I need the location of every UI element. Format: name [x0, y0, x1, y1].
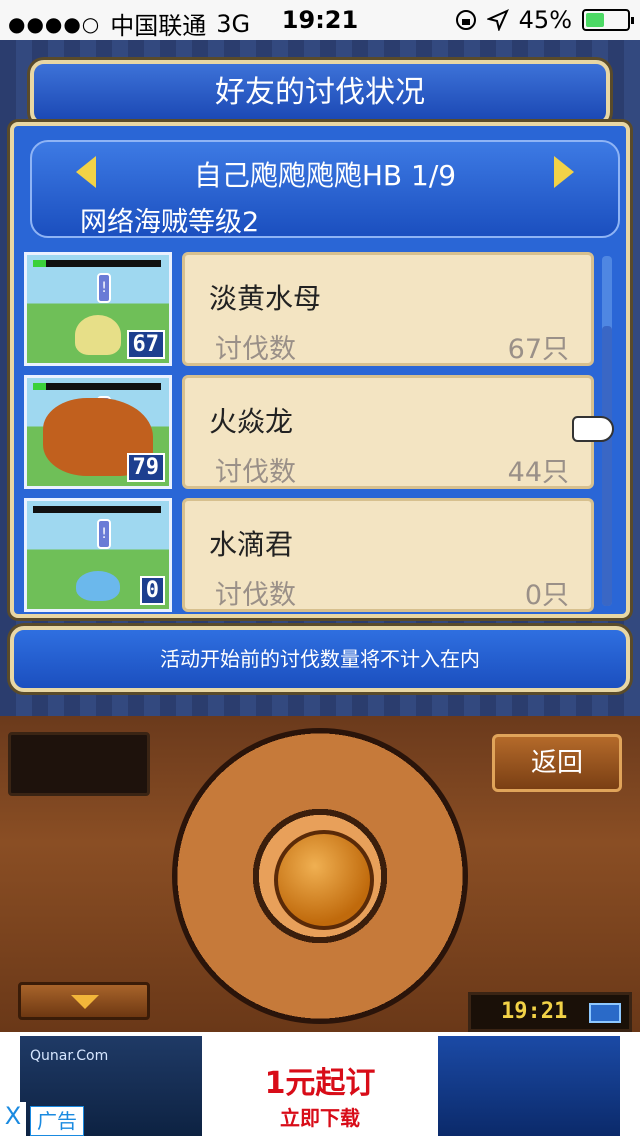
status-right: 45% [455, 6, 634, 34]
game-clock: 19:21 [468, 992, 632, 1032]
monster-thumbnail: ! 67 [24, 252, 172, 366]
ad-main-text: 1元起订 [264, 1066, 376, 1101]
hp-fill [33, 383, 46, 390]
monster-list[interactable]: ! 67 淡黄水母 讨伐数 67只 ! 79 火焱龙 讨伐数 44只 [22, 246, 602, 614]
monster-name: 火焱龙 [209, 405, 294, 438]
monster-thumbnail: ! 79 [24, 375, 172, 489]
empty-slot [8, 732, 150, 796]
back-button[interactable]: 返回 [492, 734, 622, 792]
dialog-title: 好友的讨伐状况 [30, 60, 610, 126]
location-arrow-icon [486, 9, 509, 31]
jellyfish-sprite [75, 315, 121, 355]
ad-image-right[interactable] [438, 1036, 620, 1136]
kill-count-value: 67只 [507, 334, 569, 365]
kill-count-value: 44只 [507, 457, 569, 488]
dpad-center-button[interactable] [274, 830, 374, 930]
down-arrow-icon [71, 995, 99, 1009]
pointing-hand-icon [572, 416, 614, 442]
pirate-level: 网络海贼等级2 [80, 207, 260, 238]
kill-count-value: 0只 [524, 580, 569, 611]
kill-count-label: 讨伐数 [215, 334, 296, 365]
battery-percent: 45% [518, 6, 572, 34]
level-badge: 79 [126, 453, 165, 482]
monster-name: 淡黄水母 [209, 282, 322, 315]
hp-bar [33, 506, 161, 513]
battery-fill [586, 13, 604, 27]
notice-banner: 活动开始前的讨伐数量将不计入在内 [10, 626, 630, 692]
monster-card[interactable]: 火焱龙 讨伐数 44只 [182, 375, 594, 489]
ad-close-button[interactable]: X [0, 1102, 26, 1136]
ad-label: 广告 [30, 1106, 84, 1136]
friend-name-page: 自己飑飑飑飑HB 1/9 [193, 159, 457, 192]
ad-image-center[interactable]: 1元起订 立即下载 [204, 1036, 436, 1136]
monster-card[interactable]: 淡黄水母 讨伐数 67只 [182, 252, 594, 366]
battery-icon [582, 9, 634, 31]
menu-toggle-button[interactable] [18, 982, 150, 1020]
level-badge: 0 [139, 576, 165, 605]
ad-brand: Qunar.Com [30, 1048, 109, 1064]
hp-fill [33, 260, 46, 267]
dpad-control[interactable] [172, 728, 468, 1024]
ad-banner[interactable]: Qunar.Com 1元起订 立即下载 [0, 1032, 640, 1136]
kill-count-label: 讨伐数 [215, 457, 296, 488]
ad-sub-text: 立即下载 [280, 1106, 360, 1130]
friend-header: 自己飑飑飑飑HB 1/9 网络海贼等级2 [30, 140, 620, 238]
hunt-status-panel: 自己飑飑飑飑HB 1/9 网络海贼等级2 ! 67 淡黄水母 讨伐数 67只 ! [10, 122, 630, 618]
water-drop-sprite [76, 571, 120, 601]
hp-bar [33, 260, 161, 267]
game-clock-time: 19:21 [501, 999, 568, 1024]
hp-bar [33, 383, 161, 390]
monster-row[interactable]: ! 79 火焱龙 讨伐数 44只 [22, 369, 602, 491]
level-badge: 67 [126, 330, 165, 359]
kill-count-label: 讨伐数 [215, 580, 296, 611]
scrollbar-thumb[interactable] [602, 326, 612, 606]
lock-rotation-icon [455, 10, 476, 30]
arrow-right-icon[interactable] [554, 156, 574, 188]
monster-thumbnail: ! 0 [24, 498, 172, 612]
exclamation-icon: ! [97, 273, 111, 303]
console-panel: 返回 19:21 [0, 716, 640, 1032]
monster-row[interactable]: ! 67 淡黄水母 讨伐数 67只 [22, 246, 602, 368]
monster-card[interactable]: 水滴君 讨伐数 0只 [182, 498, 594, 612]
battery-icon [589, 1003, 621, 1023]
status-bar: ●●●●○ 中国联通 3G 19:21 45% [0, 0, 640, 40]
monster-row[interactable]: ! 0 水滴君 讨伐数 0只 [22, 492, 602, 614]
monster-name: 水滴君 [209, 528, 294, 561]
exclamation-icon: ! [97, 519, 111, 549]
